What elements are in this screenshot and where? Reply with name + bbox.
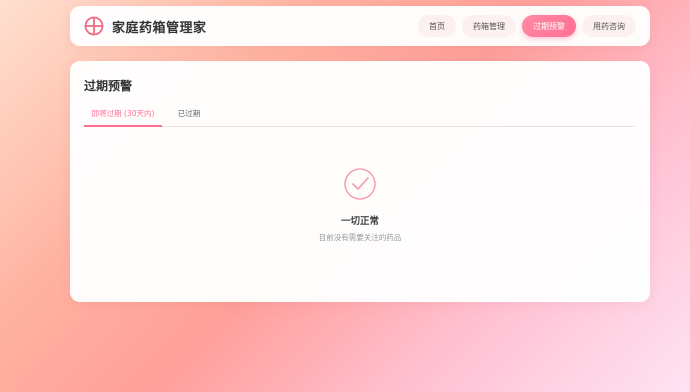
- nav-consultation-button[interactable]: 用药咨询: [582, 15, 636, 37]
- page-title: 过期预警: [84, 79, 133, 93]
- main-nav: 首页 药箱管理 过期预警 用药咨询: [418, 15, 636, 37]
- tab-expired[interactable]: 已过期: [168, 104, 210, 125]
- check-circle-icon: [344, 168, 376, 200]
- brand[interactable]: 家庭药箱管理家: [84, 6, 207, 46]
- app-title: 家庭药箱管理家: [112, 20, 207, 36]
- top-header: 家庭药箱管理家 首页 药箱管理 过期预警 用药咨询: [70, 6, 650, 46]
- nav-home-button[interactable]: 首页: [418, 15, 456, 37]
- empty-state-description: 目前没有需要关注的药品: [318, 233, 402, 242]
- main-card: 过期预警 即将过期 (30天内) 已过期 一切正常 目前没有需要关注的药品: [70, 61, 650, 302]
- nav-medicine-box-button[interactable]: 药箱管理: [462, 15, 516, 37]
- tab-expiring-soon[interactable]: 即将过期 (30天内): [84, 104, 162, 127]
- nav-expiry-alert-button[interactable]: 过期预警: [522, 15, 576, 37]
- empty-state: 一切正常 目前没有需要关注的药品: [70, 167, 650, 243]
- empty-state-title: 一切正常: [340, 216, 379, 227]
- expiry-tabs: 即将过期 (30天内) 已过期: [84, 104, 635, 127]
- cross-circle-icon: [84, 16, 104, 36]
